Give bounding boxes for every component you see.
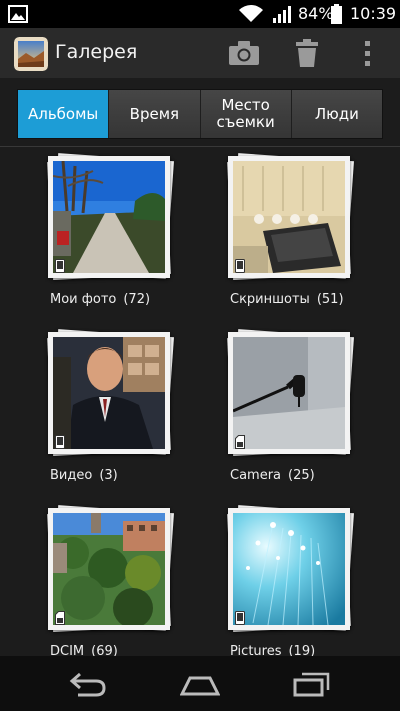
album-thumbnail-person bbox=[53, 337, 165, 449]
album-name: Camera bbox=[230, 468, 282, 483]
phone-icon bbox=[235, 611, 245, 625]
tab-albums[interactable]: Альбомы bbox=[18, 90, 110, 138]
battery-icon bbox=[331, 4, 342, 24]
back-icon[interactable] bbox=[68, 670, 108, 698]
album-count: (72) bbox=[123, 292, 151, 307]
album-screenshots[interactable]: Скриншоты (51) bbox=[226, 153, 358, 307]
overflow-menu-icon[interactable] bbox=[360, 38, 374, 68]
action-bar: Галерея bbox=[0, 28, 400, 78]
gallery-app-icon[interactable] bbox=[14, 37, 48, 71]
album-name: Мои фото bbox=[50, 292, 117, 307]
album-count: (25) bbox=[288, 468, 315, 483]
wifi-icon bbox=[239, 5, 263, 23]
camera-icon[interactable] bbox=[228, 38, 260, 68]
album-dcim[interactable]: DCIM (69) bbox=[46, 505, 178, 659]
phone-icon bbox=[55, 259, 65, 273]
album-thumbnail-city bbox=[53, 513, 165, 628]
album-my-photos[interactable]: Мои фото (72) bbox=[46, 153, 178, 307]
app-title: Галерея bbox=[55, 41, 138, 63]
album-count: (3) bbox=[99, 468, 118, 483]
home-icon[interactable] bbox=[180, 670, 220, 698]
sd-card-icon bbox=[55, 611, 65, 625]
album-thumbnail-street bbox=[52, 160, 165, 273]
phone-icon bbox=[55, 435, 65, 449]
album-pictures[interactable]: Pictures (19) bbox=[226, 505, 358, 659]
image-notification-icon bbox=[8, 5, 28, 23]
tab-people[interactable]: Люди bbox=[291, 90, 382, 138]
sd-card-icon bbox=[235, 435, 245, 449]
navigation-bar bbox=[0, 656, 400, 711]
album-video[interactable]: Видео (3) bbox=[46, 329, 178, 483]
tab-bar: Альбомы Время Место съемки Люди bbox=[17, 89, 383, 139]
album-name: Скриншоты bbox=[230, 292, 310, 307]
album-thumbnail-fiber-optics bbox=[233, 513, 345, 626]
album-camera[interactable]: Camera (25) bbox=[226, 329, 358, 483]
phone-icon bbox=[235, 259, 245, 273]
recents-icon[interactable] bbox=[292, 670, 332, 698]
signal-icon bbox=[273, 6, 291, 23]
divider bbox=[0, 146, 400, 147]
trash-icon[interactable] bbox=[294, 38, 320, 68]
battery-percent: 84% bbox=[298, 4, 334, 23]
clock: 10:39 bbox=[350, 4, 397, 23]
tab-time[interactable]: Время bbox=[109, 90, 201, 138]
album-thumbnail-microphone bbox=[232, 337, 345, 449]
status-bar: 84% 10:39 bbox=[0, 0, 400, 28]
album-name: Видео bbox=[50, 468, 93, 483]
album-count: (51) bbox=[316, 292, 344, 307]
tab-location[interactable]: Место съемки bbox=[200, 90, 292, 138]
album-thumbnail-screenshot bbox=[233, 161, 345, 273]
